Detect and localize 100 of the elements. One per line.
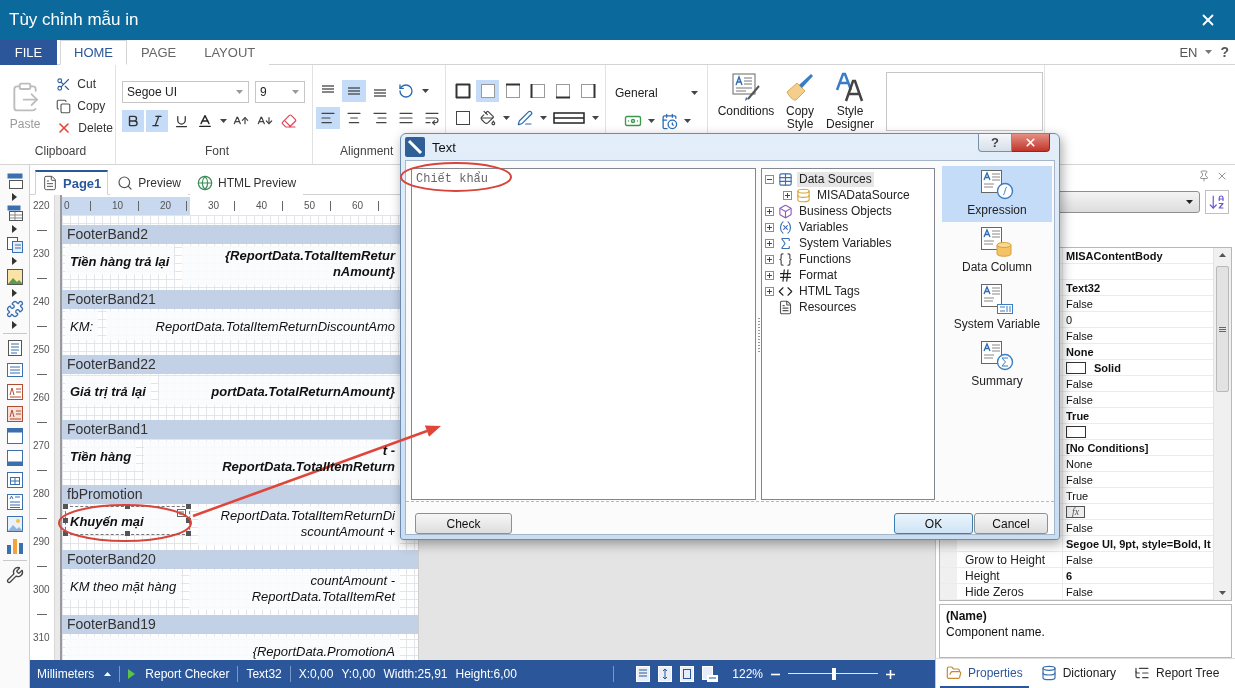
tree-item[interactable]: Functions bbox=[797, 251, 854, 267]
expand-arrow-icon[interactable] bbox=[12, 193, 17, 201]
text-box[interactable]: portData.TotalReturnAmount} bbox=[158, 376, 400, 405]
expand-icon[interactable] bbox=[765, 286, 774, 296]
text-box[interactable]: countAmount - ReportData.TotalItemRet bbox=[189, 571, 400, 610]
expand-arrow-icon[interactable] bbox=[12, 225, 17, 233]
report-checker-button[interactable]: Report Checker bbox=[128, 667, 230, 681]
font-name-dropdown[interactable]: Segoe UI bbox=[122, 81, 249, 103]
panel-tab[interactable]: Dictionary bbox=[1034, 659, 1123, 688]
calendar-clock-icon bbox=[660, 112, 678, 130]
braces-icon bbox=[778, 251, 793, 267]
expand-icon[interactable] bbox=[765, 206, 774, 216]
page-lines-icon[interactable] bbox=[636, 666, 651, 682]
pages-icon[interactable] bbox=[702, 666, 719, 682]
panel-tab[interactable]: Properties bbox=[940, 659, 1029, 688]
page-circle-icon bbox=[980, 169, 1014, 201]
tree-item[interactable]: System Variables bbox=[797, 235, 894, 251]
tree-item[interactable]: MISADataSource bbox=[815, 187, 912, 203]
text-box[interactable]: {ReportData.PromotionA bbox=[65, 636, 400, 660]
resize-handle[interactable] bbox=[124, 531, 130, 536]
style-designer-button[interactable]: Style Designer bbox=[822, 72, 878, 131]
resize-handle[interactable] bbox=[186, 504, 191, 509]
mode-button[interactable]: Summary bbox=[942, 337, 1052, 393]
vertical-align-button[interactable] bbox=[342, 80, 366, 102]
text-box[interactable]: KM theo mặt hàng bbox=[65, 571, 182, 600]
globe-icon bbox=[197, 175, 213, 191]
expression-editor[interactable]: Chiết khẩu bbox=[411, 168, 756, 500]
conditions-button[interactable]: Conditions bbox=[714, 72, 778, 118]
delete-button[interactable]: Delete bbox=[54, 117, 115, 139]
ruler-label: 50 bbox=[303, 200, 316, 212]
sort-button[interactable] bbox=[1205, 190, 1229, 214]
ribbon-tab[interactable]: HOME bbox=[60, 40, 127, 65]
scrollbar-thumb[interactable] bbox=[1216, 266, 1229, 392]
box-text: KM theo mặt hàng bbox=[70, 579, 177, 595]
tree-item[interactable]: Resources bbox=[797, 299, 859, 315]
text-box[interactable]: Khuyến mại bbox=[65, 506, 190, 535]
language-selector[interactable]: EN bbox=[1179, 44, 1198, 60]
caret-icon bbox=[219, 119, 227, 123]
resize-handle[interactable] bbox=[186, 531, 191, 536]
ok-button[interactable]: OK bbox=[894, 513, 973, 534]
expand-arrow-icon[interactable] bbox=[12, 321, 17, 329]
zoom-in-icon[interactable] bbox=[886, 669, 895, 679]
font-size-dropdown[interactable]: 9 bbox=[255, 81, 305, 103]
text-box[interactable]: Tiền hàng trả lại bbox=[65, 246, 175, 275]
tree-item[interactable]: Format bbox=[797, 267, 839, 283]
page-icon[interactable] bbox=[680, 666, 695, 682]
resize-handle[interactable] bbox=[186, 517, 191, 523]
horizontal-align-button[interactable] bbox=[316, 107, 340, 129]
text-box[interactable]: Giá trị trả lại bbox=[65, 376, 151, 405]
scrollbar[interactable] bbox=[1213, 248, 1231, 600]
color-swatch-icon[interactable] bbox=[1066, 425, 1086, 438]
slider-thumb[interactable] bbox=[831, 668, 836, 680]
expand-icon[interactable] bbox=[765, 270, 774, 280]
copy-style-button[interactable]: Copy Style bbox=[778, 72, 822, 131]
bold-button[interactable] bbox=[122, 110, 144, 132]
mode-button[interactable]: Expression bbox=[942, 166, 1052, 222]
resize-handle[interactable] bbox=[63, 531, 68, 536]
text-box[interactable]: ReportData.TotalItemReturnDi scountAmount + bbox=[198, 506, 400, 545]
mode-button[interactable]: System Variable bbox=[942, 280, 1052, 336]
text-box[interactable]: Tiền hàng bbox=[65, 441, 137, 470]
text-box[interactable]: KM: bbox=[65, 311, 99, 340]
resize-handle[interactable] bbox=[63, 504, 68, 509]
panel-tab[interactable]: Report Tree bbox=[1128, 659, 1226, 688]
grip-icon bbox=[757, 317, 760, 352]
help-button[interactable]: ? bbox=[1220, 44, 1229, 60]
check-button[interactable]: Check bbox=[415, 513, 512, 534]
file-tab[interactable]: FILE bbox=[0, 40, 57, 65]
property-value: False bbox=[1066, 473, 1093, 486]
help-button[interactable]: ? bbox=[978, 134, 1012, 152]
italic-button[interactable] bbox=[146, 110, 168, 132]
text-box[interactable]: {ReportData.TotalItemRetur nAmount} bbox=[182, 246, 400, 285]
tree-item[interactable]: HTML Tags bbox=[797, 283, 862, 299]
tree-item[interactable]: Variables bbox=[797, 219, 851, 235]
tree-item[interactable]: Data Sources bbox=[797, 171, 874, 187]
cut-button[interactable]: Cut bbox=[54, 73, 115, 95]
cancel-button[interactable]: Cancel bbox=[974, 513, 1048, 534]
copy-button[interactable]: Copy bbox=[54, 95, 115, 117]
unit-selector[interactable]: Millimeters bbox=[37, 667, 112, 681]
resize-handle[interactable] bbox=[63, 517, 68, 523]
band-header[interactable]: FooterBand20 bbox=[62, 550, 418, 569]
page-arrows-icon[interactable] bbox=[658, 666, 673, 682]
expand-arrow-icon[interactable] bbox=[12, 257, 17, 265]
function-editor-button[interactable]: fx bbox=[1066, 505, 1085, 518]
band-header[interactable]: FooterBand19 bbox=[62, 615, 418, 634]
mode-button[interactable]: Data Column bbox=[942, 223, 1052, 279]
expand-icon[interactable] bbox=[765, 222, 774, 232]
close-button[interactable] bbox=[1012, 134, 1050, 152]
dialog-title: Text bbox=[432, 139, 456, 155]
collapse-icon[interactable] bbox=[765, 174, 774, 184]
view-tab[interactable]: Page1 bbox=[35, 170, 109, 195]
tree-item[interactable]: Business Objects bbox=[797, 203, 894, 219]
smart-tag-icon[interactable] bbox=[177, 509, 186, 517]
text-box[interactable]: ReportData.TotalItemReturnDiscountAmo bbox=[106, 311, 400, 340]
expand-icon[interactable] bbox=[765, 238, 774, 248]
expand-icon[interactable] bbox=[783, 190, 792, 200]
expand-arrow-icon[interactable] bbox=[12, 289, 17, 297]
color-swatch-icon[interactable] bbox=[1066, 361, 1086, 374]
box-text: KM: bbox=[70, 319, 94, 335]
expand-icon[interactable] bbox=[765, 254, 774, 264]
resize-handle[interactable] bbox=[124, 504, 130, 509]
